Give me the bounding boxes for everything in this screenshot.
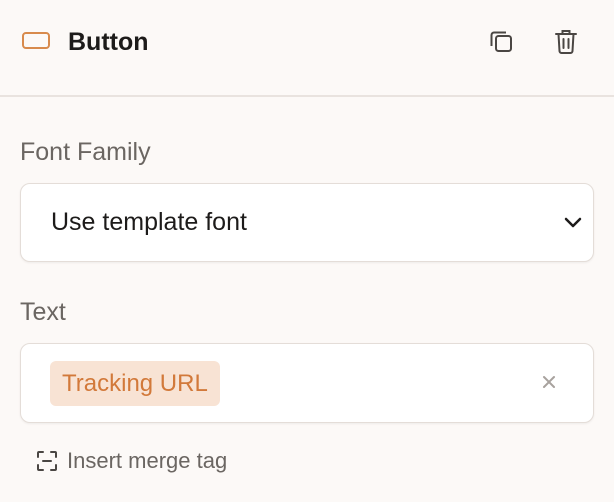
panel-title: Button bbox=[68, 28, 149, 56]
font-family-label: Font Family bbox=[20, 138, 151, 166]
button-properties-panel: Button Font Family Use template font Tex… bbox=[0, 0, 614, 502]
insert-merge-tag-button[interactable]: Insert merge tag bbox=[36, 446, 227, 476]
duplicate-button[interactable] bbox=[486, 26, 516, 56]
chevron-down-icon bbox=[564, 217, 582, 228]
font-family-select[interactable]: Use template font bbox=[20, 183, 594, 262]
text-field[interactable]: Tracking URL bbox=[20, 343, 594, 423]
merge-tag-icon bbox=[37, 451, 57, 471]
duplicate-icon bbox=[490, 31, 512, 52]
close-icon[interactable] bbox=[539, 372, 559, 392]
merge-tag-chip[interactable]: Tracking URL bbox=[50, 361, 220, 406]
button-block-icon bbox=[22, 32, 50, 49]
delete-button[interactable] bbox=[551, 26, 581, 56]
trash-icon bbox=[555, 30, 577, 54]
text-label: Text bbox=[20, 298, 66, 326]
panel-header: Button bbox=[0, 0, 614, 97]
font-family-value: Use template font bbox=[51, 208, 247, 236]
insert-merge-tag-label: Insert merge tag bbox=[67, 448, 228, 473]
